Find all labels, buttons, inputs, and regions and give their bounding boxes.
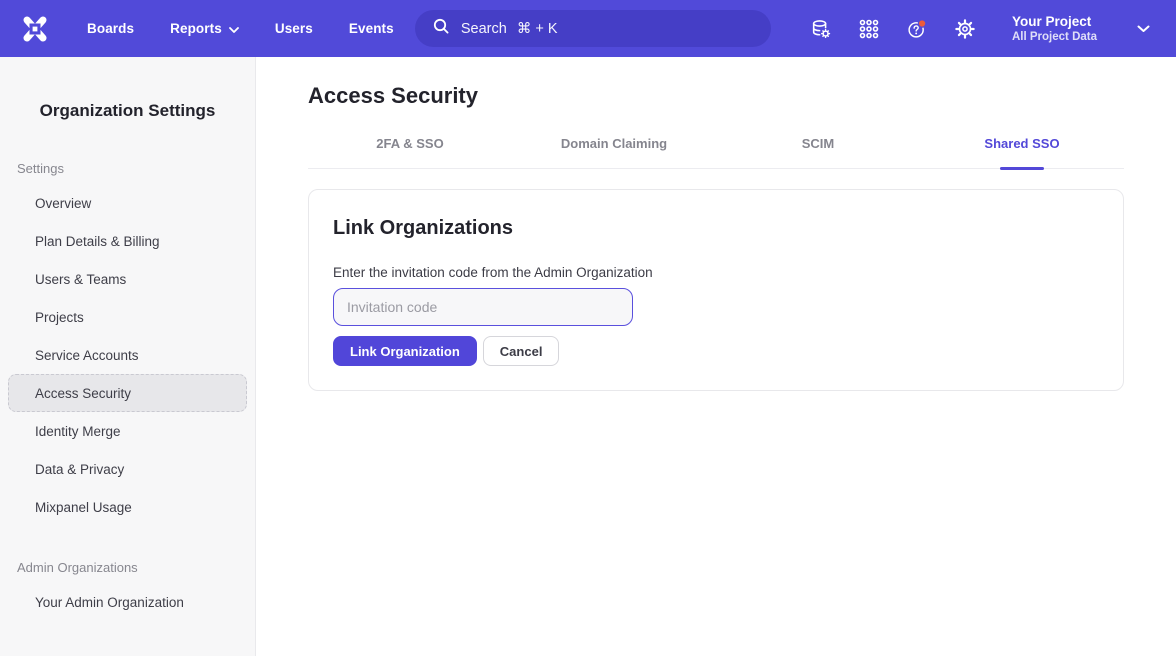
- sidebar-item-identity-merge[interactable]: Identity Merge: [8, 412, 247, 450]
- tab-label: Shared SSO: [984, 136, 1059, 151]
- tab-scim[interactable]: SCIM: [716, 136, 920, 168]
- page-body: Organization Settings Settings Overview …: [0, 57, 1176, 656]
- sidebar-item-data-privacy[interactable]: Data & Privacy: [8, 450, 247, 488]
- app-window: Boards Reports Users Events: [0, 0, 1176, 656]
- admin-nav-list: Your Admin Organization: [0, 583, 255, 621]
- sidebar-item-label: Overview: [35, 196, 91, 211]
- search-input[interactable]: Search ⌘ + K: [415, 10, 771, 47]
- section-label-settings: Settings: [17, 161, 255, 176]
- link-organization-button[interactable]: Link Organization: [333, 336, 477, 366]
- link-organizations-card: Link Organizations Enter the invitation …: [308, 189, 1124, 391]
- search-area: Search ⌘ + K: [394, 10, 792, 47]
- sidebar-item-overview[interactable]: Overview: [8, 184, 247, 222]
- invitation-code-description: Enter the invitation code from the Admin…: [333, 265, 1099, 280]
- top-navbar: Boards Reports Users Events: [0, 0, 1176, 57]
- nav-link-label: Events: [349, 21, 394, 36]
- access-security-tabs: 2FA & SSO Domain Claiming SCIM Shared SS…: [308, 136, 1124, 169]
- sidebar-item-label: Plan Details & Billing: [35, 234, 160, 249]
- main-content: Access Security 2FA & SSO Domain Claimin…: [256, 57, 1176, 656]
- card-title: Link Organizations: [333, 217, 1099, 240]
- tab-shared-sso[interactable]: Shared SSO: [920, 136, 1124, 168]
- nav-link-label: Users: [275, 21, 313, 36]
- tab-2fa-sso[interactable]: 2FA & SSO: [308, 136, 512, 168]
- sidebar-item-projects[interactable]: Projects: [8, 298, 247, 336]
- sidebar-item-label: Your Admin Organization: [35, 595, 184, 610]
- apps-grid-icon[interactable]: [858, 18, 880, 40]
- data-management-icon[interactable]: [810, 18, 832, 40]
- cancel-button[interactable]: Cancel: [483, 336, 560, 366]
- sidebar-item-users-teams[interactable]: Users & Teams: [8, 260, 247, 298]
- chevron-down-icon: [229, 21, 239, 36]
- search-icon: [431, 16, 451, 41]
- sidebar-item-label: Projects: [35, 310, 84, 325]
- settings-nav-list: Overview Plan Details & Billing Users & …: [0, 184, 255, 526]
- sidebar-item-label: Access Security: [35, 386, 131, 401]
- tab-label: SCIM: [802, 136, 835, 151]
- sidebar-title: Organization Settings: [0, 101, 255, 121]
- section-label-admin-organizations: Admin Organizations: [17, 560, 255, 575]
- sidebar-item-access-security[interactable]: Access Security: [8, 374, 247, 412]
- invitation-code-input[interactable]: [333, 288, 633, 326]
- project-chevron-down-icon[interactable]: [1137, 20, 1150, 38]
- sidebar-item-label: Data & Privacy: [35, 462, 124, 477]
- primary-nav: Boards Reports Users Events: [87, 21, 394, 36]
- sidebar-item-label: Identity Merge: [35, 424, 121, 439]
- help-icon[interactable]: [906, 18, 928, 40]
- project-name: Your Project: [1012, 13, 1097, 30]
- mixpanel-logo-icon[interactable]: [20, 14, 50, 44]
- project-selector[interactable]: Your Project All Project Data: [1012, 13, 1097, 45]
- settings-sidebar: Organization Settings Settings Overview …: [0, 57, 256, 656]
- card-actions: Link Organization Cancel: [333, 336, 1099, 366]
- nav-link-boards[interactable]: Boards: [87, 21, 134, 36]
- nav-link-events[interactable]: Events: [349, 21, 394, 36]
- settings-gear-icon[interactable]: [954, 18, 976, 40]
- sidebar-item-plan-details-billing[interactable]: Plan Details & Billing: [8, 222, 247, 260]
- page-title: Access Security: [308, 83, 1124, 109]
- sidebar-item-label: Mixpanel Usage: [35, 500, 132, 515]
- nav-link-reports[interactable]: Reports: [170, 21, 239, 36]
- sidebar-item-label: Users & Teams: [35, 272, 126, 287]
- sidebar-item-your-admin-organization[interactable]: Your Admin Organization: [8, 583, 247, 621]
- nav-link-label: Reports: [170, 21, 222, 36]
- sidebar-item-service-accounts[interactable]: Service Accounts: [8, 336, 247, 374]
- navbar-actions: Your Project All Project Data: [810, 13, 1156, 45]
- nav-link-label: Boards: [87, 21, 134, 36]
- tab-label: 2FA & SSO: [376, 136, 443, 151]
- tab-domain-claiming[interactable]: Domain Claiming: [512, 136, 716, 168]
- project-subtitle: All Project Data: [1012, 30, 1097, 45]
- search-shortcut: ⌘ + K: [517, 21, 558, 37]
- tab-label: Domain Claiming: [561, 136, 667, 151]
- sidebar-item-label: Service Accounts: [35, 348, 139, 363]
- search-placeholder: Search: [461, 21, 507, 37]
- nav-link-users[interactable]: Users: [275, 21, 313, 36]
- sidebar-item-mixpanel-usage[interactable]: Mixpanel Usage: [8, 488, 247, 526]
